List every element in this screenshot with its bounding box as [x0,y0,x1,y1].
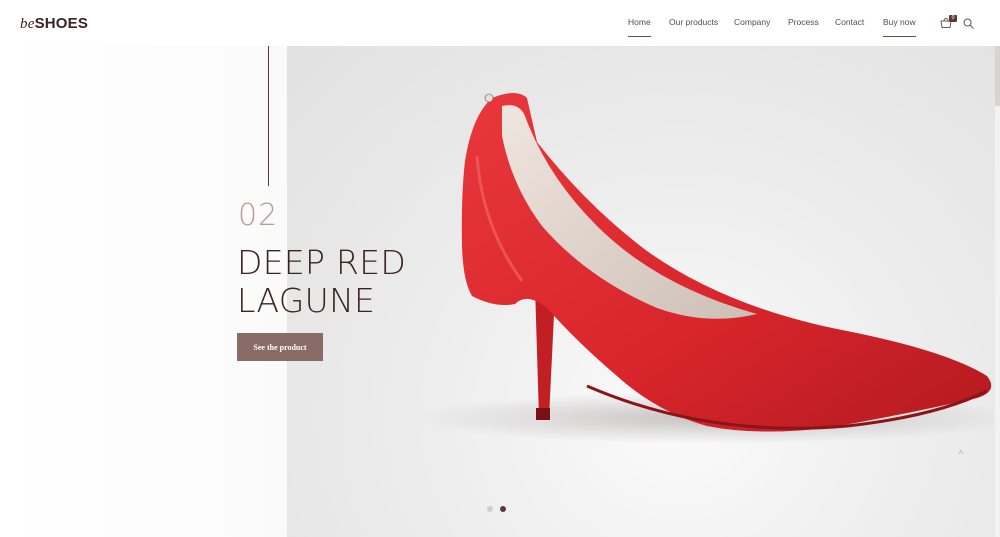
nav-company[interactable]: Company [734,17,770,36]
slide-number: 02 [238,198,279,233]
slide-title-line1: DEEP RED [237,243,407,282]
nav-home[interactable]: Home [628,17,651,37]
search-icon[interactable] [963,18,974,29]
scrollbar-thumb[interactable] [995,46,1000,106]
cart-count-badge: 0 [949,15,957,22]
site-header: beSHOES Home Our products Company Proces… [0,0,1000,46]
slide-title: DEEP RED LAGUNE [237,244,497,320]
main-nav: Home Our products Company Process Contac… [0,17,1000,37]
chevron-icon [958,448,964,455]
decorative-divider [268,46,269,186]
nav-buy-now[interactable]: Buy now [883,17,916,37]
page-scrollbar[interactable] [995,46,1000,537]
slider-dot-2-active[interactable] [500,506,506,512]
nav-our-products[interactable]: Our products [669,17,718,36]
slide-title-line2: LAGUNE [237,281,376,320]
slider-dot-1[interactable] [487,506,493,512]
nav-contact[interactable]: Contact [835,17,864,36]
hero-slider: 02 DEEP RED LAGUNE See the product [0,46,1000,537]
see-product-button[interactable]: See the product [237,333,323,361]
nav-process[interactable]: Process [788,17,819,36]
